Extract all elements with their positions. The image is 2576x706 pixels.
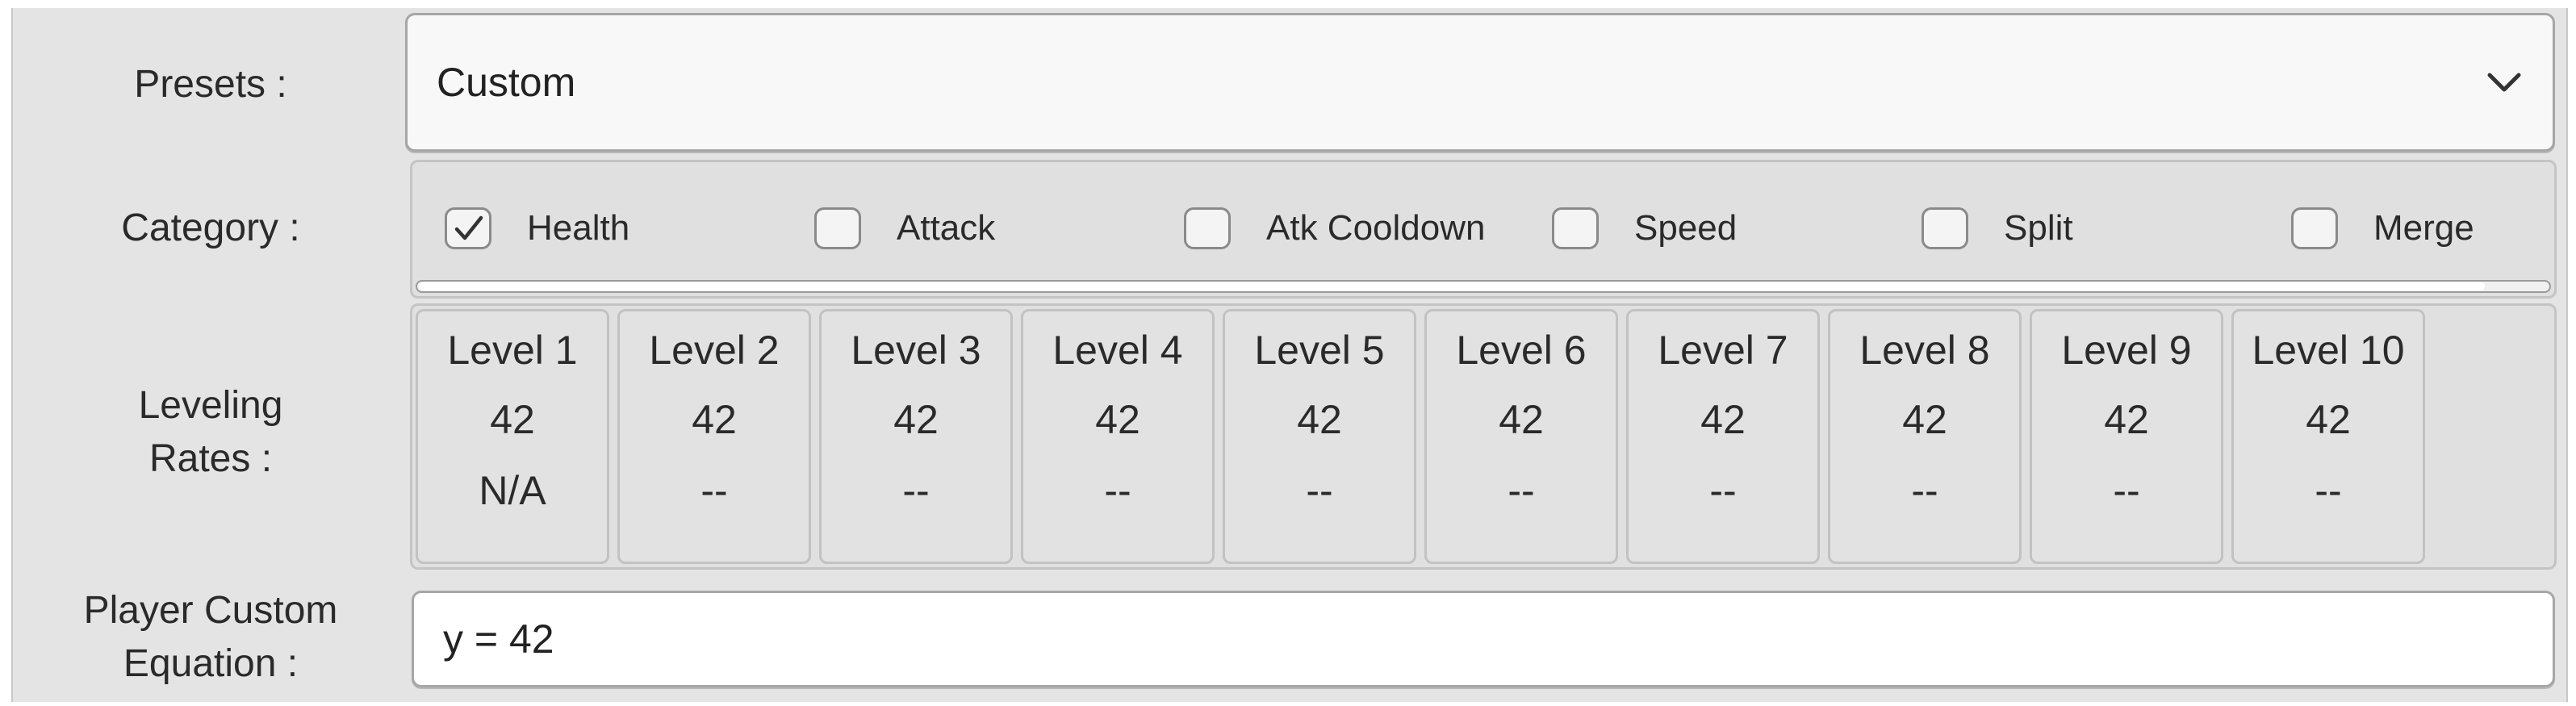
level-cell-7: Level 7 42 -- [1626,309,1820,564]
level-cell-1: Level 1 42 N/A [416,309,609,564]
level-cell-5: Level 5 42 -- [1223,309,1416,564]
level-extra: -- [1709,468,1737,513]
chevron-down-icon [2487,73,2521,92]
level-extra: -- [2113,468,2140,513]
level-value: 42 [2306,397,2351,442]
attack-checkbox[interactable] [814,207,861,249]
leveling-rates-grid: Level 1 42 N/A Level 2 42 -- Level 3 42 -- Level … [410,303,2557,570]
category-item-attack[interactable]: Attack [814,204,995,253]
category-label-split: Split [2004,208,2073,248]
level-extra: -- [902,468,930,513]
speed-checkbox[interactable] [1552,207,1599,249]
category-item-speed[interactable]: Speed [1552,204,1737,253]
level-name: Level 10 [2252,328,2405,373]
level-cell-10: Level 10 42 -- [2231,309,2425,564]
category-item-split[interactable]: Split [1922,204,2073,253]
category-label-atk-cooldown: Atk Cooldown [1266,208,1486,248]
category-item-atk-cooldown[interactable]: Atk Cooldown [1184,204,1485,253]
level-value: 42 [1902,397,1947,442]
leveling-rates-label-line2: Rates : [148,437,273,480]
category-horizontal-scrollbar[interactable] [416,280,2551,293]
level-value: 42 [692,397,737,442]
level-cell-3: Level 3 42 -- [819,309,1013,564]
level-name: Level 2 [649,328,780,373]
level-extra: N/A [479,468,546,513]
level-name: Level 1 [447,328,578,373]
presets-selected-value: Custom [437,60,576,105]
atk-cooldown-checkbox[interactable] [1184,207,1231,249]
level-value: 42 [1297,397,1342,442]
leveling-rates-label-line1: Leveling [138,384,283,427]
level-cell-4: Level 4 42 -- [1021,309,1215,564]
level-value: 42 [490,397,535,442]
presets-label: Presets : [134,63,287,106]
equation-label-line2: Equation : [123,642,299,685]
player-custom-equation-input[interactable] [412,591,2555,687]
category-label-attack: Attack [897,208,996,248]
level-cell-9: Level 9 42 -- [2030,309,2223,564]
level-name: Level 8 [1859,328,1990,373]
level-extra: -- [1911,468,1938,513]
level-name: Level 3 [851,328,981,373]
health-checkbox[interactable] [445,207,491,249]
category-item-merge[interactable]: Merge [2291,204,2474,253]
level-name: Level 9 [2061,328,2192,373]
category-label-health: Health [527,208,630,248]
level-value: 42 [1499,397,1544,442]
level-name: Level 7 [1658,328,1788,373]
level-name: Level 6 [1456,328,1587,373]
level-value: 42 [893,397,939,442]
level-value: 42 [2104,397,2149,442]
category-label: Category : [121,207,300,249]
level-cell-8: Level 8 42 -- [1828,309,2022,564]
level-extra: -- [1508,468,1535,513]
equation-label-line1: Player Custom [83,589,338,632]
category-item-health[interactable]: Health [445,204,629,253]
category-scrollbar-thumb[interactable] [419,282,2485,290]
category-label-speed: Speed [1634,208,1738,248]
level-extra: -- [2315,468,2342,513]
level-cell-6: Level 6 42 -- [1424,309,1618,564]
level-value: 42 [1700,397,1746,442]
level-extra: -- [1104,468,1131,513]
merge-checkbox[interactable] [2291,207,2338,249]
leveling-settings-panel: Presets : Custom Category : Health Attac… [11,8,2568,702]
level-name: Level 4 [1052,328,1183,373]
category-label-merge: Merge [2373,208,2474,248]
category-checkbox-group: Health Attack Atk Cooldown Speed Split M… [410,160,2557,299]
level-extra: -- [1306,468,1333,513]
split-checkbox[interactable] [1922,207,1968,249]
presets-dropdown[interactable]: Custom [405,13,2555,152]
level-extra: -- [700,468,728,513]
level-cell-2: Level 2 42 -- [617,309,811,564]
checkmark-icon [454,215,483,240]
level-value: 42 [1095,397,1140,442]
level-name: Level 5 [1254,328,1385,373]
